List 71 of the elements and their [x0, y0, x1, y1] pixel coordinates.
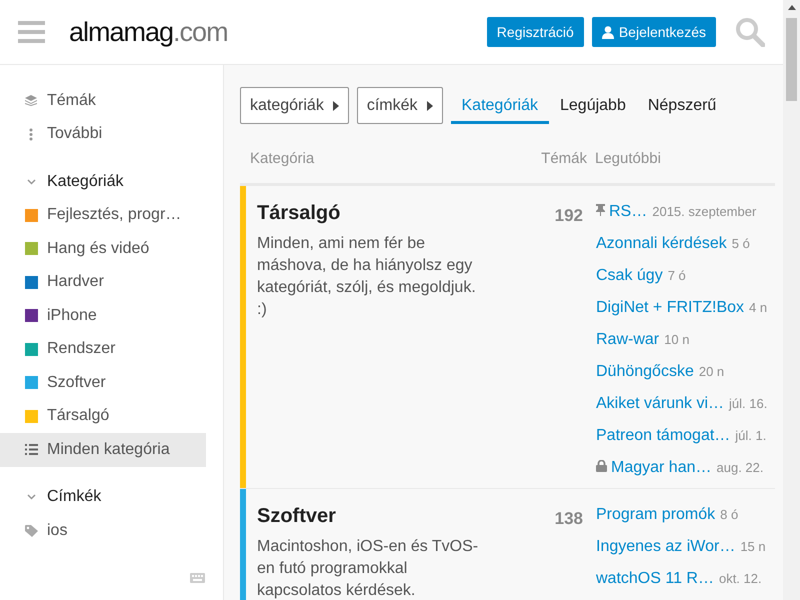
category-title[interactable]: Társalgó [257, 200, 508, 226]
topic-link[interactable]: Patreon támogat… [596, 424, 730, 448]
sidebar-item[interactable]: Minden kategória [0, 433, 206, 466]
topic-link[interactable]: Magyar han… [611, 456, 712, 480]
topic-age: júl. 1. [735, 427, 766, 445]
pin-icon [596, 204, 605, 216]
topic-age: 8 ó [720, 506, 738, 524]
topic-age: okt. 12. [718, 570, 762, 588]
site-logo[interactable]: almamag.com [69, 12, 228, 52]
sidebar-item[interactable]: Szoftver [0, 366, 206, 400]
category-description: Minden, ami nem fér be máshova, de ha hiányolsz egy kategóriát, szólj, és megoldjuk. :) [257, 234, 477, 320]
scrollbar[interactable] [783, 0, 800, 600]
sidebar-item[interactable]: További [0, 118, 206, 151]
chevron-icon [26, 178, 36, 185]
topic-link[interactable]: Azonnali kérdések [596, 232, 727, 256]
sidebar-item[interactable]: Témák [0, 84, 206, 118]
layers-icon [25, 95, 37, 106]
user-icon [602, 26, 614, 38]
chevron-icon [26, 494, 36, 500]
filter-dropdown[interactable]: címkék [356, 87, 442, 124]
section-header[interactable]: Kategóriák [0, 165, 223, 198]
category-title[interactable]: Szoftver [257, 503, 508, 529]
column-header: Legutóbbi [594, 148, 661, 169]
sidebar-item[interactable]: Hardver [0, 266, 206, 299]
topic-link[interactable]: watchOS 11 R… [596, 567, 714, 591]
list-icon [24, 444, 38, 456]
topic-link[interactable]: Ingyenes az iWor… [596, 535, 736, 559]
topic-count: 192 [554, 206, 583, 225]
filter-dropdown[interactable]: kategóriák [240, 87, 349, 124]
topic-age: 7 ó [668, 267, 686, 285]
topic-count: 138 [554, 509, 583, 528]
category-description: Macintoshon, iOS-en és TvOS-en futó programokkal kapcsolatos kérdések. [257, 537, 480, 600]
register-button[interactable]: Regisztráció [486, 17, 584, 47]
vertical-dots-icon [29, 128, 33, 141]
sidebar-item[interactable]: Hang és videó [0, 232, 206, 266]
topic-age: júl. 16. [729, 395, 768, 413]
scroll-up-arrow-icon[interactable] [788, 5, 796, 10]
topic-link[interactable]: Csak úgy [596, 264, 663, 288]
login-button[interactable]: Bejelentkezés [592, 17, 716, 47]
sidebar-item[interactable]: iPhone [0, 299, 206, 332]
sidebar-item[interactable]: ios [0, 514, 206, 548]
scrollbar-thumb[interactable] [786, 18, 797, 101]
topic-link[interactable]: Dühöngőcske [596, 360, 694, 384]
search-icon[interactable] [735, 17, 765, 47]
sidebar-item[interactable]: Fejlesztés, progr… [0, 198, 206, 232]
topic-link[interactable]: Raw-war [596, 328, 660, 352]
nav-tab[interactable]: Népszerű [636, 87, 728, 124]
topic-link[interactable]: Akiket várunk vi… [596, 392, 724, 416]
topic-age: 20 n [698, 363, 724, 381]
column-header: Témák [540, 148, 587, 169]
section-header[interactable]: Címkék [0, 480, 223, 514]
sidebar-item[interactable]: Társalgó [0, 400, 206, 433]
caret-icon [332, 100, 339, 110]
topic-link[interactable]: DigiNet + FRITZ!Box [596, 296, 744, 320]
topic-link[interactable]: Program promók [596, 503, 716, 527]
topic-age: 10 n [664, 331, 690, 349]
topic-link[interactable]: RS… [609, 200, 648, 224]
caret-icon [426, 100, 432, 110]
lock-icon [596, 460, 607, 472]
topic-age: 5 ó [732, 235, 750, 253]
topic-age: aug. 22. [716, 459, 764, 477]
topic-age: 15 n [740, 538, 766, 556]
nav-tab[interactable]: Legújabb [549, 87, 637, 124]
topic-age: 4 n [749, 299, 768, 317]
nav-tab[interactable]: Kategóriák [450, 87, 549, 124]
menu-icon[interactable] [18, 21, 45, 43]
topic-age: 2015. szeptember [652, 203, 756, 221]
sidebar-item[interactable]: Rendszer [0, 332, 206, 366]
keyboard-icon[interactable] [190, 573, 205, 583]
tag-icon [24, 524, 38, 537]
column-header: Kategória [249, 148, 316, 169]
